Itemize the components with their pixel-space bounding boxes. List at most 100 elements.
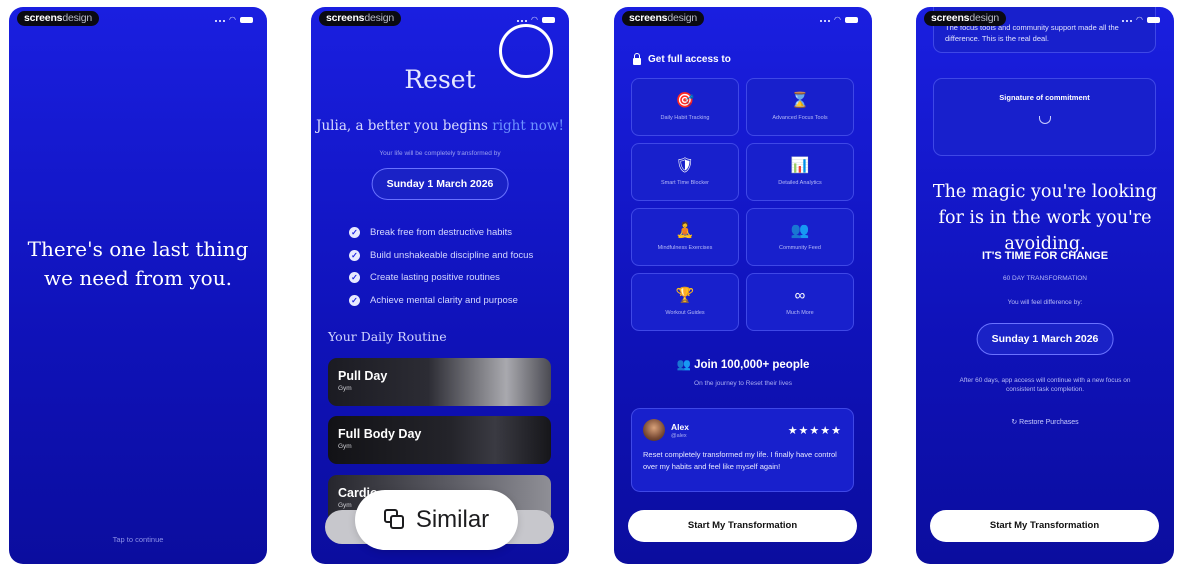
signature-title: Signature of commitment	[999, 93, 1090, 102]
signal-icon	[517, 17, 528, 22]
brand-light: design	[969, 12, 1000, 24]
join-subtext: On the journey to Reset their lives	[694, 380, 792, 387]
routine-sub: Gym	[338, 385, 352, 392]
brand-light: design	[364, 12, 395, 24]
full-access-heading: Get full access to	[633, 52, 731, 65]
last-thing-message: There's one last thing we need from you.	[27, 237, 249, 290]
signal-icon	[1122, 17, 1133, 22]
restore-text: Restore Purchases	[1019, 419, 1079, 426]
routine-title: Pull Day	[338, 369, 388, 383]
routine-card-full-body[interactable]: Full Body Day Gym	[328, 416, 551, 464]
wifi-icon: ◠	[229, 15, 236, 24]
signature-stroke	[1038, 116, 1051, 124]
screen-full-access: screensdesign ◠ Get full access to 🎯 Dail…	[614, 7, 872, 564]
status-bar: ◠	[517, 15, 555, 24]
brand-bold: screens	[629, 12, 668, 24]
meditation-icon: 🧘	[675, 222, 695, 239]
people-icon: 👥	[790, 222, 810, 239]
feature-label: Advanced Focus Tools	[772, 115, 828, 121]
review-card: Alex @alex ★★★★★ Reset completely transf…	[631, 408, 854, 492]
feature-label: Detailed Analytics	[778, 180, 822, 186]
check-icon: ✓	[349, 272, 360, 284]
brand-badge: screensdesign	[924, 11, 1007, 26]
bar-chart-icon: 📊	[790, 157, 810, 174]
signal-icon	[820, 17, 831, 22]
feature-card: 🧘 Mindfulness Exercises	[631, 208, 739, 266]
benefit-text: Achieve mental clarity and purpose	[370, 294, 518, 306]
status-bar: ◠	[820, 15, 858, 24]
signature-pad[interactable]: Signature of commitment	[933, 78, 1156, 156]
people-icon: 👥	[676, 359, 691, 371]
routine-sub: Gym	[338, 443, 352, 450]
brand-light: design	[62, 12, 93, 24]
similar-label: Similar	[415, 506, 490, 533]
benefit-item: ✓ Achieve mental clarity and purpose	[349, 289, 533, 312]
similar-button[interactable]: Similar	[355, 490, 518, 550]
start-transformation-button[interactable]: Start My Transformation	[628, 510, 857, 542]
benefits-list: ✓ Break free from destructive habits ✓ Bui…	[349, 221, 533, 312]
feature-label: Workout Guides	[665, 310, 705, 316]
app-title: Reset	[404, 65, 476, 94]
hourglass-icon: ⌛	[790, 92, 810, 109]
personal-subtitle: Julia, a better you begins right now!	[311, 118, 569, 134]
battery-icon	[1147, 16, 1160, 23]
join-text: Join 100,000+ people	[694, 359, 810, 371]
feature-card: ⌛ Advanced Focus Tools	[746, 78, 854, 136]
join-headline: 👥 Join 100,000+ people	[614, 357, 872, 371]
battery-icon	[240, 16, 253, 23]
transformed-by-text: Your life will be completely transformed…	[379, 150, 501, 157]
feature-label: Community Feed	[779, 245, 821, 251]
brand-bold: screens	[326, 12, 365, 24]
brand-badge: screensdesign	[622, 11, 705, 26]
sixty-day-label: 60 DAY TRANSFORMATION	[1002, 275, 1088, 282]
reviewer-info: Alex @alex	[671, 422, 689, 439]
signal-icon	[215, 17, 226, 22]
brand-bold: screens	[24, 12, 63, 24]
screen-one-last-thing[interactable]: screensdesign ◠ There's one last thing w…	[9, 7, 267, 564]
lock-icon	[633, 52, 641, 65]
benefit-text: Build unshakeable discipline and focus	[370, 249, 534, 261]
brand-badge: screensdesign	[319, 11, 402, 26]
features-grid: 🎯 Daily Habit Tracking ⌛ Advanced Focus To…	[631, 78, 854, 331]
avatar	[643, 419, 665, 441]
wifi-icon: ◠	[1136, 15, 1143, 24]
review-text: Reset completely transformed my life. I …	[643, 450, 837, 471]
screen-commitment: The focus tools and community support ma…	[916, 7, 1174, 564]
routine-card-pull-day[interactable]: Pull Day Gym	[328, 358, 551, 406]
screen-reset-plan: screensdesign ◠ Reset Julia, a better yo…	[311, 7, 569, 564]
status-bar: ◠	[1122, 15, 1160, 24]
review-header: Alex @alex ★★★★★	[643, 419, 842, 441]
feature-card: 🏆 Workout Guides	[631, 273, 739, 331]
access-text: Get full access to	[648, 54, 731, 65]
wifi-icon: ◠	[531, 15, 538, 24]
copy-stack-icon	[383, 509, 406, 531]
restore-purchases-link[interactable]: ↻ Restore Purchases	[916, 418, 1174, 426]
trophy-icon: 🏆	[675, 287, 695, 304]
benefit-text: Break free from destructive habits	[370, 226, 513, 238]
reviewer-name: Alex	[671, 421, 689, 432]
feature-label: Mindfulness Exercises	[657, 245, 713, 251]
benefit-item: ✓ Create lasting positive routines	[349, 266, 533, 289]
start-transformation-button[interactable]: Start My Transformation	[930, 510, 1159, 542]
tap-to-continue[interactable]: Tap to continue	[9, 535, 267, 544]
feature-card: ∞ Much More	[746, 273, 854, 331]
subtitle-text: Julia, a better you begins	[316, 118, 488, 134]
daily-routine-heading: Your Daily Routine	[328, 329, 447, 344]
feel-difference-text: You will feel difference by:	[1007, 299, 1083, 306]
benefit-text: Create lasting positive routines	[370, 272, 500, 284]
battery-icon	[845, 16, 858, 23]
after-60-days-note: After 60 days, app access will continue …	[959, 377, 1131, 393]
feature-label: Daily Habit Tracking	[660, 115, 710, 121]
refresh-icon: ↻	[1011, 419, 1018, 426]
benefit-item: ✓ Break free from destructive habits	[349, 221, 533, 244]
feature-card: 👥 Community Feed	[746, 208, 854, 266]
wifi-icon: ◠	[834, 15, 841, 24]
benefit-item: ✓ Build unshakeable discipline and focus	[349, 244, 533, 267]
brand-light: design	[667, 12, 698, 24]
brand-badge: screensdesign	[17, 11, 100, 26]
check-icon: ✓	[349, 249, 360, 261]
battery-icon	[542, 16, 555, 23]
feature-card: 📊 Detailed Analytics	[746, 143, 854, 201]
motivational-quote: The magic you're looking for is in the w…	[932, 182, 1158, 254]
time-for-change-heading: IT'S TIME FOR CHANGE	[981, 250, 1109, 262]
